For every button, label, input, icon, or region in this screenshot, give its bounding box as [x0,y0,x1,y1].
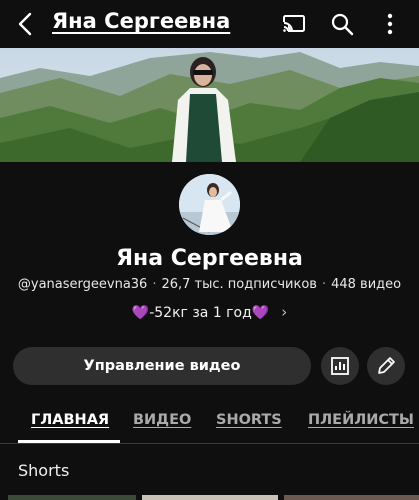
channel-banner [0,48,419,162]
channel-description[interactable]: 💜-52кг за 1 год💜 › [0,303,419,321]
channel-handle: @yanasergeevna36 [17,277,148,292]
separator-dot: · [152,277,157,292]
tab-home[interactable]: ГЛАВНАЯ [31,412,109,428]
search-icon[interactable] [328,10,356,38]
video-count: 448 видео [331,277,402,292]
shorts-shelf [0,495,419,500]
tab-videos[interactable]: ВИДЕО [133,412,191,428]
back-arrow-icon[interactable] [12,10,40,38]
purple-heart-icon: 💜 [251,305,270,321]
channel-title: Яна Сергеевна [52,9,231,33]
short-thumbnail[interactable] [284,495,419,500]
shorts-section-title: Shorts [18,461,70,480]
channel-name: Яна Сергеевна [116,246,303,271]
short-thumbnail[interactable] [8,495,136,500]
active-tab-indicator [18,440,120,443]
channel-meta: @yanasergeevna36 · 26,7 тыс. подписчиков · 4… [0,277,419,292]
tab-shorts[interactable]: SHORTS [216,412,282,428]
tab-playlists[interactable]: ПЛЕЙЛИСТЫ [308,412,414,428]
channel-avatar[interactable] [179,174,240,235]
analytics-icon [331,357,349,375]
more-vert-icon[interactable] [376,10,404,38]
edit-pencil-icon [378,357,395,374]
top-app-bar: Яна Сергеевна [0,0,419,48]
subscriber-count: 26,7 тыс. подписчиков [161,277,317,292]
purple-heart-icon: 💜 [131,305,150,321]
short-thumbnail[interactable] [142,495,278,500]
description-text: -52кг за 1 год [149,305,252,321]
edit-channel-button[interactable] [367,347,405,385]
separator-dot: · [321,277,327,292]
channel-tabs: ГЛАВНАЯ ВИДЕО SHORTS ПЛЕЙЛИСТЫ [0,398,419,444]
cast-icon[interactable] [280,10,308,38]
chevron-right-icon: › [281,303,288,321]
manage-videos-button[interactable]: Управление видео [13,347,311,385]
analytics-button[interactable] [321,347,359,385]
banner-image [0,48,419,162]
avatar-image [179,174,240,235]
